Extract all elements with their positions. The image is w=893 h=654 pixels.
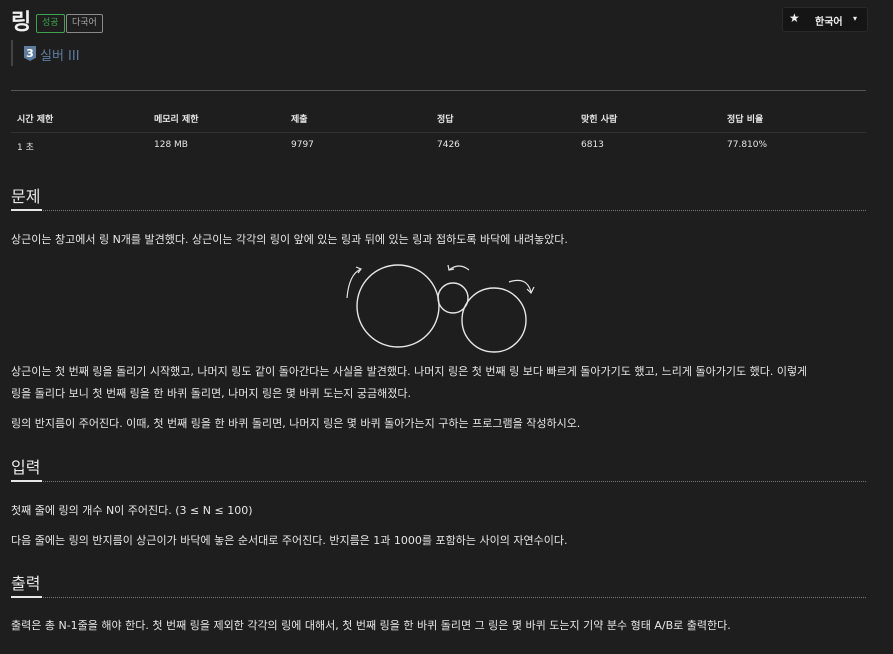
ring-medium <box>461 287 527 353</box>
stats-header-submit: 제출 <box>291 115 308 125</box>
stats-header-solvers: 맞힌 사람 <box>581 115 618 125</box>
tier-label[interactable]: 실버 III <box>40 45 80 64</box>
stats-value-memory: 128 MB <box>154 140 188 150</box>
input-line-1: 첫째 줄에 링의 개수 N이 주어진다. (3 ≤ N ≤ 100) <box>11 504 253 517</box>
input-section-rule <box>11 481 866 482</box>
stats-value-row: 1 초 128 MB 9797 7426 6813 77.810% <box>11 140 866 156</box>
problem-paragraph-2-line-1: 상근이는 첫 번째 링을 돌리기 시작했고, 나머지 링도 같이 돌아간다는 사… <box>11 365 808 378</box>
problem-paragraph-2-line-2: 링을 돌리다 보니 첫 번째 링을 한 바퀴 돌리면, 나머지 링은 몇 바퀴 … <box>11 387 412 400</box>
input-line-2: 다음 줄에는 링의 반지름이 상근이가 바닥에 놓은 순서대로 주어진다. 반지… <box>11 534 568 547</box>
language-label: 한국어 <box>815 17 843 28</box>
output-section-underline <box>11 596 42 598</box>
stats-header-correct: 정답 <box>437 115 454 125</box>
problem-section-title: 문제 <box>11 187 41 206</box>
star-icon[interactable]: ★ <box>789 11 800 25</box>
ring-large <box>356 264 440 348</box>
output-line-1: 출력은 총 N-1줄을 해야 한다. 첫 번째 링을 제외한 각각의 링에 대해… <box>11 619 731 632</box>
problem-paragraph-1: 상근이는 창고에서 링 N개를 발견했다. 상근이는 각각의 링이 앞에 있는 … <box>11 233 568 246</box>
stats-header-ratio: 정답 비율 <box>727 115 764 125</box>
stats-header-row: 시간 제한 메모리 제한 제출 정답 맞힌 사람 정답 비율 <box>11 112 866 128</box>
caret-down-icon: ▾ <box>853 14 858 23</box>
input-section-underline <box>11 480 42 482</box>
input-section-title: 입력 <box>11 458 41 477</box>
problem-section-rule <box>11 210 866 211</box>
stats-value-submit[interactable]: 9797 <box>291 140 314 150</box>
stats-value-solvers[interactable]: 6813 <box>581 140 604 150</box>
output-section-rule <box>11 597 866 598</box>
stats-header-time: 시간 제한 <box>17 115 54 125</box>
rings-figure <box>346 264 535 353</box>
stats-header-memory: 메모리 제한 <box>154 115 199 125</box>
problem-section-underline <box>11 209 42 211</box>
tier-bar <box>11 40 13 66</box>
success-badge[interactable]: 성공 <box>36 14 65 33</box>
stats-value-time: 1 초 <box>17 143 34 153</box>
stats-value-ratio: 77.810% <box>727 140 768 150</box>
language-select-button[interactable]: ★ 한국어 ▾ <box>782 7 868 32</box>
stats-separator <box>11 132 866 133</box>
problem-paragraph-3: 링의 반지름이 주어진다. 이때, 첫 번째 링을 한 바퀴 돌리면, 나머지 … <box>11 417 581 430</box>
multilang-badge[interactable]: 다국어 <box>66 14 103 33</box>
output-section-title: 출력 <box>11 574 41 593</box>
stats-value-correct[interactable]: 7426 <box>437 140 460 150</box>
stats-top-rule <box>11 90 866 91</box>
tier-icon[interactable]: 3 <box>24 46 36 61</box>
problem-title: 링 <box>11 10 32 35</box>
